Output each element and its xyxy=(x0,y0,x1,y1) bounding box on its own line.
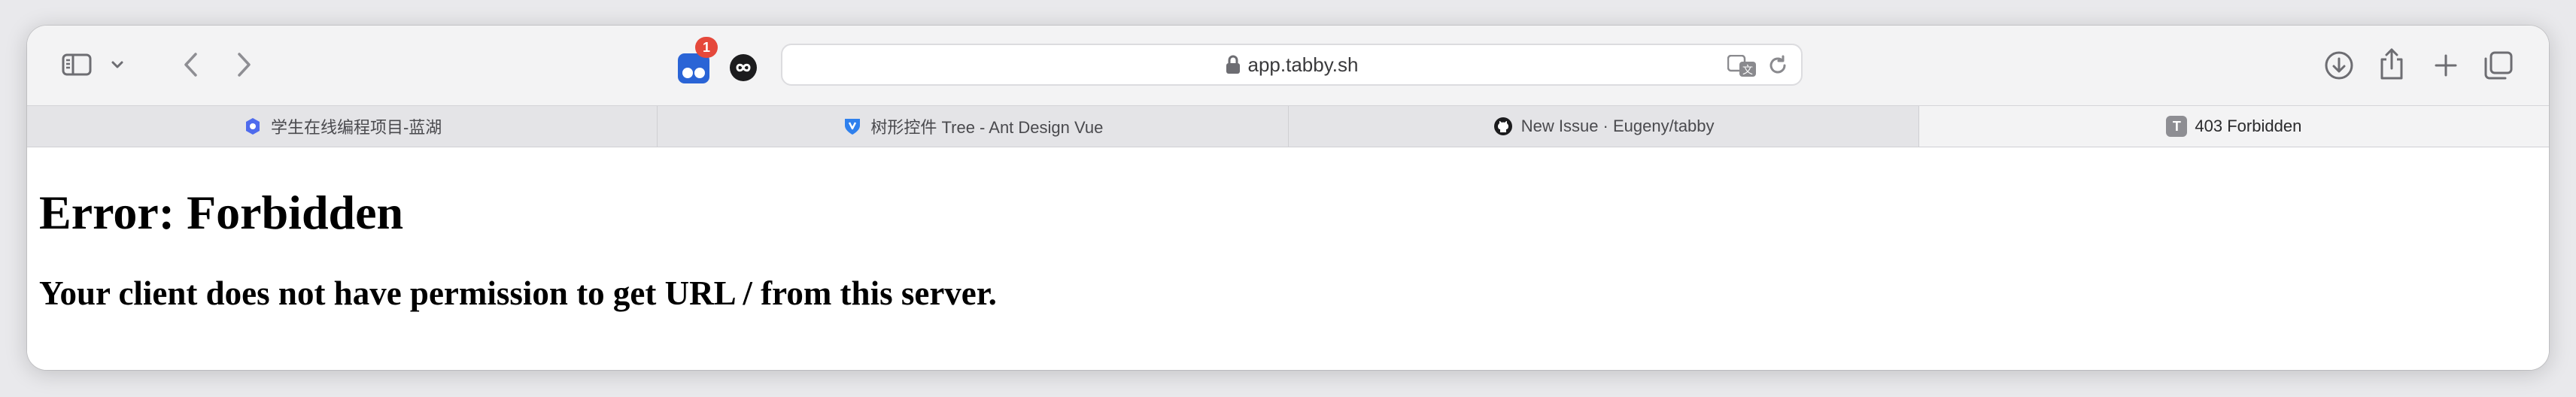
download-icon[interactable] xyxy=(2322,48,2356,83)
back-arrow-icon[interactable] xyxy=(175,48,208,81)
address-bar[interactable]: app.tabby.sh 文 xyxy=(781,44,1803,86)
browser-toolbar: 1 app.tabby.sh 文 xyxy=(27,26,2549,105)
tab-lanhu[interactable]: 学生在线编程项目-蓝湖 xyxy=(27,106,658,147)
tab-403-forbidden[interactable]: T 403 Forbidden xyxy=(1918,106,2549,147)
translate-icon[interactable]: 文 xyxy=(1727,54,1757,78)
tab-overview-icon[interactable] xyxy=(2481,48,2516,83)
tab-bar: 学生在线编程项目-蓝湖 树形控件 Tree - Ant Design Vue N… xyxy=(27,105,2549,147)
tab-label: 学生在线编程项目-蓝湖 xyxy=(270,118,442,137)
tab-label: 403 Forbidden xyxy=(2195,117,2302,135)
share-icon[interactable] xyxy=(2374,45,2409,83)
antdv-icon xyxy=(842,116,863,137)
browser-window: 1 app.tabby.sh 文 学生在线编程项目-蓝湖 树形控件 Tree -… xyxy=(27,26,2549,370)
tab-label: 树形控件 Tree - Ant Design Vue xyxy=(870,118,1104,137)
tab-label: New Issue · Eugeny/tabby xyxy=(1520,117,1715,135)
infinity-extension-icon[interactable] xyxy=(727,51,760,84)
error-message: Your client does not have permission to … xyxy=(39,274,997,312)
forward-arrow-icon[interactable] xyxy=(227,48,260,81)
address-text: app.tabby.sh xyxy=(1247,53,1359,76)
svg-text:文: 文 xyxy=(1742,65,1753,77)
chevron-down-icon[interactable] xyxy=(105,53,129,77)
page-content: Error: Forbidden Your client does not ha… xyxy=(27,147,2549,370)
new-tab-plus-icon[interactable] xyxy=(2429,48,2463,83)
lock-icon xyxy=(1226,55,1241,74)
error-heading: Error: Forbidden xyxy=(39,186,404,239)
extension-badge: 1 xyxy=(695,37,718,58)
reload-icon[interactable] xyxy=(1765,53,1791,78)
tab-github-issue[interactable]: New Issue · Eugeny/tabby xyxy=(1289,106,1919,147)
sidebar-toggle-icon[interactable] xyxy=(56,50,98,80)
github-icon xyxy=(1493,116,1514,137)
tab-ant-design-vue[interactable]: 树形控件 Tree - Ant Design Vue xyxy=(658,106,1289,147)
letter-t-icon: T xyxy=(2166,116,2188,137)
lanhu-icon xyxy=(242,116,263,137)
